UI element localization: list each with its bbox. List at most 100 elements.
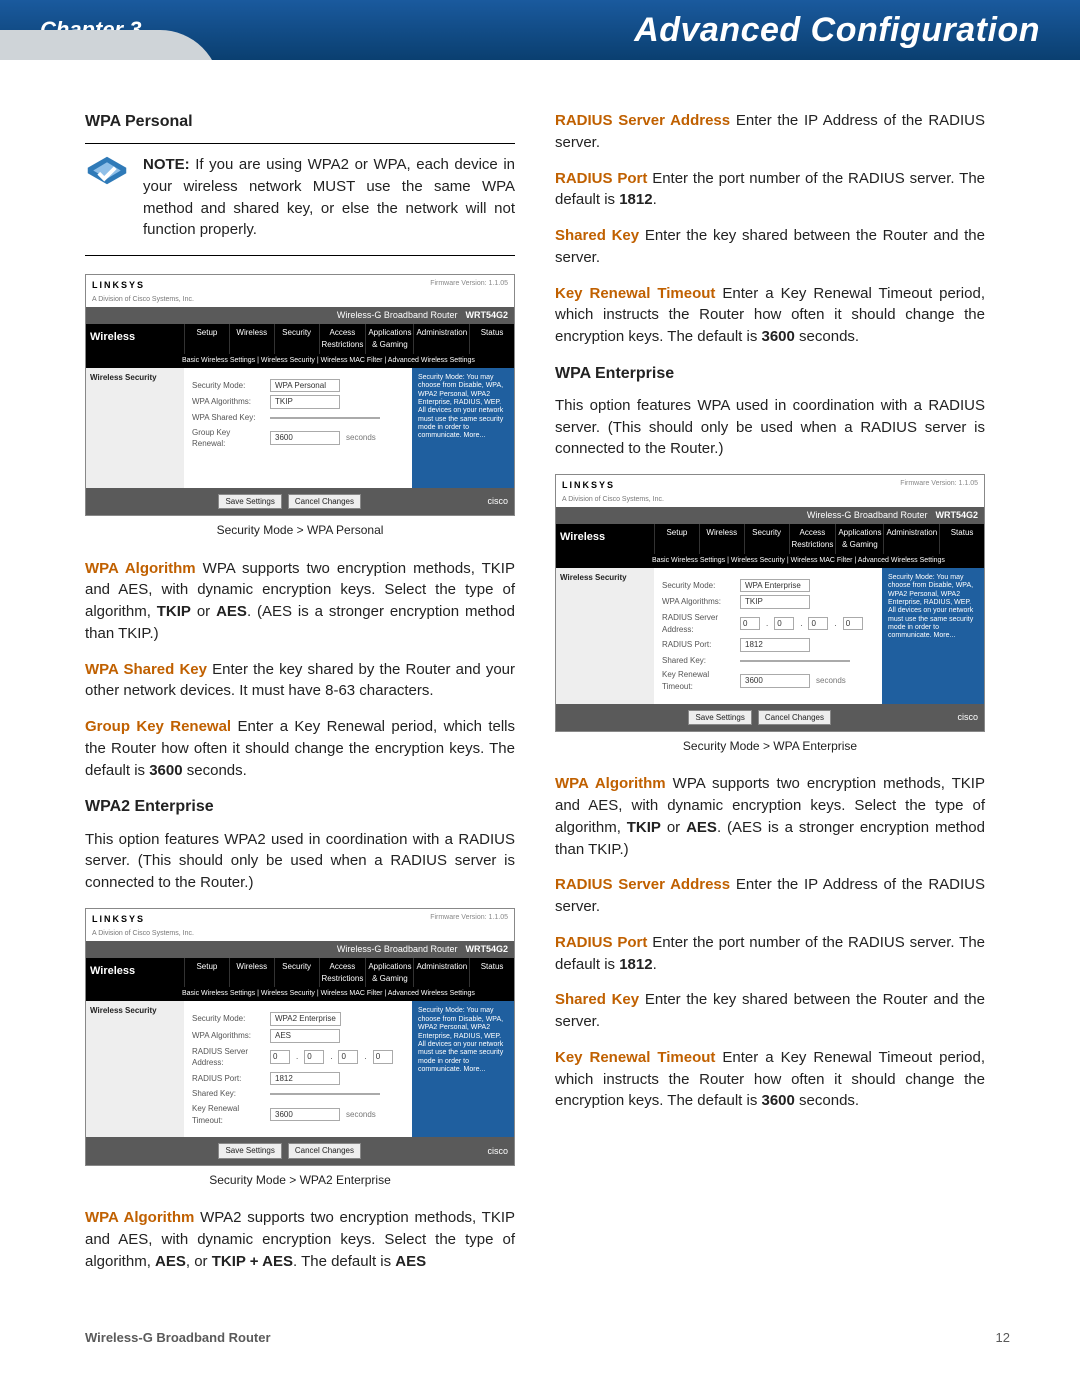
shot-tab[interactable]: Administration [413, 958, 469, 987]
shot-tabs: Setup Wireless Security Access Restricti… [654, 524, 984, 553]
page-header: Chapter 3 Advanced Configuration [0, 0, 1080, 60]
shot-subnav: Basic Wireless Settings | Wireless Secur… [86, 987, 514, 1001]
security-mode-select[interactable]: WPA Enterprise [740, 579, 810, 593]
para-body: , or [186, 1253, 212, 1270]
shot-tab[interactable]: Security [274, 958, 319, 987]
shot-tab[interactable]: Access Restrictions [319, 324, 366, 353]
shot-tab[interactable]: Wireless [699, 524, 744, 553]
shot-tab[interactable]: Applications & Gaming [365, 958, 413, 987]
shot-tab[interactable]: Wireless [229, 958, 274, 987]
shot-brand-sub: A Division of Cisco Systems, Inc. [92, 930, 194, 937]
para-body: or [191, 603, 216, 620]
shot-subnav: Basic Wireless Settings | Wireless Secur… [86, 354, 514, 368]
para-lead: WPA Algorithm [85, 560, 196, 577]
radius-ip-octet[interactable]: 0 [740, 617, 760, 631]
footer-product: Wireless-G Broadband Router [85, 1330, 271, 1345]
shot-tab[interactable]: Setup [184, 958, 229, 987]
shot-tab[interactable]: Status [469, 958, 514, 987]
para-lead: RADIUS Server Address [555, 112, 730, 129]
shot-help: Security Mode: You may choose from Disab… [412, 1001, 514, 1137]
security-mode-select[interactable]: WPA Personal [270, 379, 340, 393]
shot-help: Security Mode: You may choose from Disab… [882, 568, 984, 704]
para-lead: WPA Algorithm [555, 775, 666, 792]
para-body: seconds. [795, 328, 859, 345]
para-lead: WPA Algorithm [85, 1209, 194, 1226]
cancel-changes-button[interactable]: Cancel Changes [758, 710, 831, 726]
shot-panel-label: Wireless Security [86, 1001, 184, 1137]
cancel-changes-button[interactable]: Cancel Changes [288, 1143, 361, 1159]
shot-firmware: Firmware Version: 1.1.05 [900, 479, 978, 489]
shot-tab[interactable]: Access Restrictions [789, 524, 836, 553]
key-renewal-input[interactable]: 3600 [270, 1108, 340, 1122]
para-lead: RADIUS Server Address [555, 876, 730, 893]
shot-tab[interactable]: Security [744, 524, 789, 553]
screenshot-wpa-personal: Firmware Version: 1.1.05 LINKSYS A Divis… [85, 274, 515, 516]
shot-tab[interactable]: Administration [413, 324, 469, 353]
shot-tab[interactable]: Wireless [229, 324, 274, 353]
shot-brand: LINKSYS [562, 480, 615, 490]
field-label: Group Key Renewal: [192, 427, 264, 450]
shot-subnav: Basic Wireless Settings | Wireless Secur… [556, 554, 984, 568]
field-label: WPA Algorithms: [192, 1030, 264, 1042]
para-bold: TKIP [627, 819, 661, 836]
radius-ip-octet[interactable]: 0 [774, 617, 794, 631]
field-label: Key Renewal Timeout: [662, 669, 734, 692]
right-column: RADIUS Server Address Enter the IP Addre… [555, 110, 985, 1286]
save-settings-button[interactable]: Save Settings [218, 494, 281, 510]
radius-ip-octet[interactable]: 0 [270, 1050, 290, 1064]
field-label: Security Mode: [192, 1013, 264, 1025]
wpa-algorithm-select[interactable]: AES [270, 1029, 340, 1043]
note-body: If you are using WPA2 or WPA, each devic… [143, 156, 515, 238]
heading-wpa-enterprise: WPA Enterprise [555, 362, 985, 385]
shot-tab[interactable]: Status [469, 324, 514, 353]
wpa-algorithm-select[interactable]: TKIP [740, 595, 810, 609]
shot-brand-sub: A Division of Cisco Systems, Inc. [562, 496, 664, 503]
save-settings-button[interactable]: Save Settings [688, 710, 751, 726]
radius-ip-octet[interactable]: 0 [338, 1050, 358, 1064]
group-key-renewal-input[interactable]: 3600 [270, 431, 340, 445]
radius-ip-octet[interactable]: 0 [843, 617, 863, 631]
shot-tab[interactable]: Setup [184, 324, 229, 353]
shot-model-line: Wireless-G Broadband Router [807, 509, 928, 522]
shot-tab[interactable]: Administration [883, 524, 939, 553]
shot-tab[interactable]: Applications & Gaming [835, 524, 883, 553]
wpa-algorithm-select[interactable]: TKIP [270, 395, 340, 409]
shared-key-input[interactable] [270, 1093, 380, 1095]
wpa-shared-key-input[interactable] [270, 417, 380, 419]
field-unit: seconds [346, 432, 376, 444]
shot-model-line: Wireless-G Broadband Router [337, 309, 458, 322]
caption: Security Mode > WPA Personal [85, 522, 515, 539]
shared-key-input[interactable] [740, 660, 850, 662]
shot-tab[interactable]: Applications & Gaming [365, 324, 413, 353]
shot-tab[interactable]: Setup [654, 524, 699, 553]
cisco-logo: cisco [487, 1145, 508, 1158]
field-label: Security Mode: [662, 580, 734, 592]
para-body: . [653, 191, 657, 208]
radius-port-input[interactable]: 1812 [740, 638, 810, 652]
heading-wpa2-enterprise: WPA2 Enterprise [85, 795, 515, 818]
radius-ip-octet[interactable]: 0 [808, 617, 828, 631]
para-bold: 3600 [762, 1092, 795, 1109]
para-bold: TKIP [157, 603, 191, 620]
radius-port-input[interactable]: 1812 [270, 1072, 340, 1086]
field-label: WPA Algorithms: [192, 396, 264, 408]
security-mode-select[interactable]: WPA2 Enterprise [270, 1012, 341, 1026]
shot-section: Wireless [86, 324, 184, 353]
para-lead: Key Renewal Timeout [555, 285, 715, 302]
heading-wpa-personal: WPA Personal [85, 110, 515, 133]
shot-section: Wireless [86, 958, 184, 987]
radius-ip-octet[interactable]: 0 [304, 1050, 324, 1064]
radius-ip-octet[interactable]: 0 [373, 1050, 393, 1064]
para-bold: AES [216, 603, 247, 620]
shot-model: WRT54G2 [465, 309, 508, 322]
cancel-changes-button[interactable]: Cancel Changes [288, 494, 361, 510]
para-bold: 3600 [149, 762, 182, 779]
shot-tab[interactable]: Status [939, 524, 984, 553]
para-body: or [661, 819, 686, 836]
key-renewal-input[interactable]: 3600 [740, 674, 810, 688]
screenshot-wpa2-enterprise: Firmware Version: 1.1.05 LINKSYS A Divis… [85, 908, 515, 1166]
field-unit: seconds [346, 1109, 376, 1121]
shot-tab[interactable]: Access Restrictions [319, 958, 366, 987]
save-settings-button[interactable]: Save Settings [218, 1143, 281, 1159]
shot-tab[interactable]: Security [274, 324, 319, 353]
